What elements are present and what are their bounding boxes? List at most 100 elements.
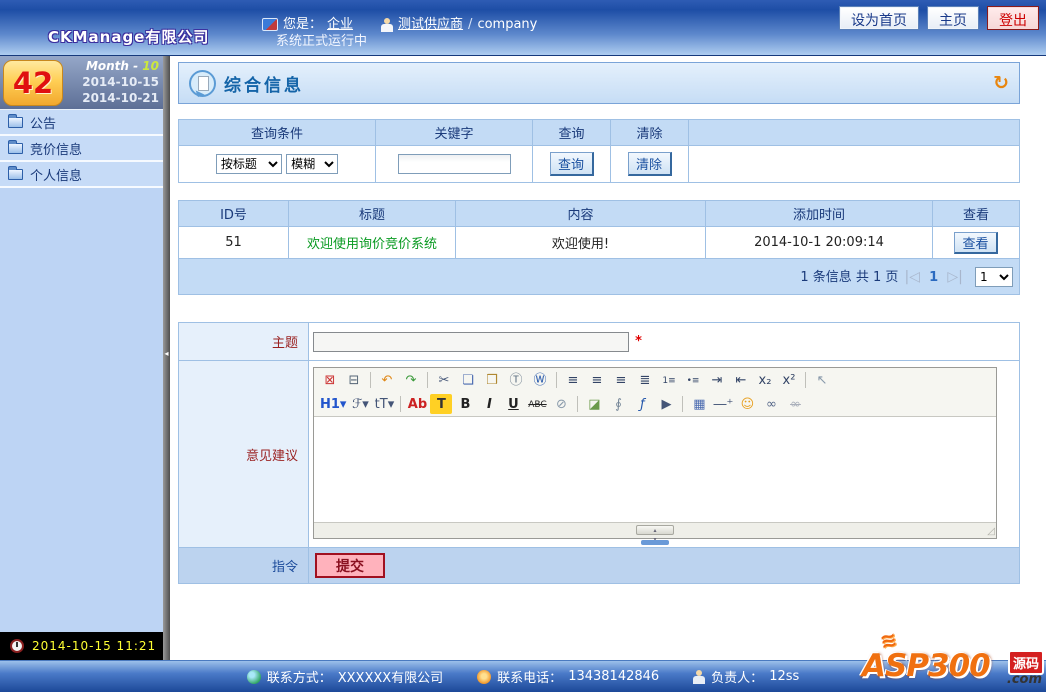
- print-icon[interactable]: ⊟: [343, 370, 365, 390]
- cell-time: 2014-10-1 20:09:14: [705, 226, 933, 259]
- subject-label: 主题: [178, 322, 309, 361]
- search-field-select[interactable]: 按标题: [215, 154, 282, 174]
- status-bar: 2014-10-15 11:21: [0, 632, 163, 660]
- folder-icon: [8, 139, 23, 154]
- flash-icon[interactable]: ƒ: [631, 394, 653, 414]
- toolbar-divider: [577, 396, 579, 412]
- subscript-icon[interactable]: x₂: [754, 370, 776, 390]
- select-all-icon[interactable]: ↖: [811, 370, 833, 390]
- align-center-icon[interactable]: ≡: [586, 370, 608, 390]
- logout-button[interactable]: 登出: [987, 6, 1039, 30]
- calendar-widget: 42 Month - 10 2014-10-15 2014-10-21: [0, 56, 163, 110]
- month-label: Month -: [85, 59, 139, 73]
- status-datetime: 2014-10-15 11:21: [32, 639, 157, 653]
- editor-toolbar-row1: ⊠ ⊟ ↶ ↷ ✂ ❏ ❒ Ⓣ Ⓦ ≡ ≡ ≡ ≣ 1≡ •≡ ⇥ ⇤ x₂ x² ↖: [314, 368, 996, 392]
- sidebar-item-announcements[interactable]: 公告: [0, 110, 163, 136]
- emoticon-icon[interactable]: ☺: [736, 394, 758, 414]
- supplier-link[interactable]: 测试供应商: [398, 16, 463, 33]
- toolbar-divider: [370, 372, 371, 388]
- resize-handle[interactable]: ▴▾: [636, 525, 674, 543]
- app-logo: CKManage有限公司: [48, 28, 210, 46]
- align-left-icon[interactable]: ≡: [562, 370, 584, 390]
- subject-input[interactable]: [313, 331, 629, 352]
- folder-icon: [8, 113, 23, 128]
- text-color-icon[interactable]: Ab: [406, 394, 428, 414]
- sidebar-item-bidding-info[interactable]: 竞价信息: [0, 136, 163, 162]
- set-homepage-button[interactable]: 设为首页: [839, 6, 919, 30]
- view-button[interactable]: 查看: [954, 231, 998, 254]
- ordered-list-icon[interactable]: 1≡: [658, 370, 680, 390]
- submit-button[interactable]: 提交: [315, 553, 385, 578]
- toolbar-divider: [805, 372, 806, 388]
- calendar-month: Month - 10: [69, 58, 159, 74]
- remove-format-icon[interactable]: ⊘: [550, 394, 572, 414]
- redo-icon[interactable]: ↷: [400, 370, 422, 390]
- unlink-icon[interactable]: ∞: [784, 394, 806, 414]
- bold-icon[interactable]: B: [454, 394, 476, 414]
- computer-icon: [262, 18, 278, 31]
- query-header-condition: 查询条件: [178, 119, 376, 146]
- sidebar-item-personal-info[interactable]: 个人信息: [0, 162, 163, 188]
- link-icon[interactable]: ∞: [760, 394, 782, 414]
- strikethrough-icon[interactable]: ABC: [526, 394, 548, 414]
- system-status-marquee: 系统正式运行中: [276, 34, 368, 49]
- richtext-editor: ⊠ ⊟ ↶ ↷ ✂ ❏ ❒ Ⓣ Ⓦ ≡ ≡ ≡ ≣ 1≡ •≡ ⇥ ⇤ x₂ x² ↖ H1▾ ℱ▾ tT▾ Ab T B I U A…: [313, 367, 997, 545]
- user-info-block: 您是： 企业 测试供应商 / company 系统正式运行中: [262, 16, 537, 50]
- clear-button[interactable]: 清除: [627, 152, 672, 176]
- corner-resize-grip[interactable]: ◿: [987, 526, 995, 537]
- command-label: 指令: [178, 547, 309, 584]
- toolbar-divider: [427, 372, 428, 388]
- query-header-clear: 清除: [610, 119, 689, 146]
- resize-nub[interactable]: [641, 540, 669, 545]
- page-select[interactable]: 1: [975, 267, 1013, 287]
- table-row: 51 欢迎使用询价竞价系统 欢迎使用! 2014-10-1 20:09:14 查…: [178, 226, 1020, 259]
- justify-icon[interactable]: ≣: [634, 370, 656, 390]
- user-prefix-label: 您是：: [283, 17, 323, 32]
- superscript-icon[interactable]: x²: [778, 370, 800, 390]
- indent-icon[interactable]: ⇥: [706, 370, 728, 390]
- collapse-sidebar-icon[interactable]: ◂: [163, 345, 170, 363]
- attachment-icon[interactable]: ∮: [607, 394, 629, 414]
- italic-icon[interactable]: I: [478, 394, 500, 414]
- fullscreen-icon[interactable]: ⊠: [319, 370, 341, 390]
- editor-label: 意见建议: [178, 360, 309, 548]
- paste-word-icon[interactable]: Ⓦ: [529, 370, 551, 390]
- last-page-icon[interactable]: ▷|: [947, 269, 963, 285]
- account-name: company: [477, 17, 538, 32]
- current-page-number[interactable]: 1: [929, 270, 938, 285]
- refresh-icon[interactable]: ↻: [993, 72, 1009, 94]
- query-button[interactable]: 查询: [549, 152, 594, 176]
- horizontal-rule-icon[interactable]: ―⁺: [712, 394, 734, 414]
- home-button[interactable]: 主页: [927, 6, 979, 30]
- media-icon[interactable]: ▶: [655, 394, 677, 414]
- table-icon[interactable]: ▦: [688, 394, 710, 414]
- heading-icon[interactable]: H1▾: [319, 394, 347, 414]
- toolbar-divider: [556, 372, 557, 388]
- highlight-icon[interactable]: T: [430, 394, 453, 414]
- asp300-watermark: ≋ ASP300 源码 .com: [862, 627, 1044, 690]
- cell-content: 欢迎使用!: [455, 226, 706, 259]
- editor-statusbar: ▴▾ ◿: [314, 522, 996, 543]
- copy-icon[interactable]: ❏: [457, 370, 479, 390]
- font-family-icon[interactable]: ℱ▾: [349, 394, 371, 414]
- editor-content-area[interactable]: [314, 416, 996, 522]
- paste-icon[interactable]: ❒: [481, 370, 503, 390]
- user-type-link[interactable]: 企业: [327, 16, 353, 33]
- cut-icon[interactable]: ✂: [433, 370, 455, 390]
- row-title-link[interactable]: 欢迎使用询价竞价系统: [307, 237, 437, 252]
- first-page-icon[interactable]: |◁: [905, 269, 921, 285]
- unordered-list-icon[interactable]: •≡: [682, 370, 704, 390]
- outdent-icon[interactable]: ⇤: [730, 370, 752, 390]
- keyword-input[interactable]: [397, 154, 511, 174]
- paste-text-icon[interactable]: Ⓣ: [505, 370, 527, 390]
- align-right-icon[interactable]: ≡: [610, 370, 632, 390]
- match-mode-select[interactable]: 模糊: [286, 154, 339, 174]
- undo-icon[interactable]: ↶: [376, 370, 398, 390]
- underline-icon[interactable]: U: [502, 394, 524, 414]
- font-size-icon[interactable]: tT▾: [373, 394, 395, 414]
- feedback-form: 主题 * 意见建议 ⊠ ⊟ ↶ ↷ ✂ ❏ ❒ Ⓣ Ⓦ ≡ ≡ ≡ ≣ 1≡ •≡ ⇥ ⇤ x₂ x² ↖ H1▾ ℱ▾…: [178, 322, 1020, 584]
- toolbar-divider: [682, 396, 684, 412]
- image-icon[interactable]: ◪: [583, 394, 605, 414]
- contact-value: XXXXXX有限公司: [337, 671, 444, 686]
- query-header-empty: [688, 119, 1020, 146]
